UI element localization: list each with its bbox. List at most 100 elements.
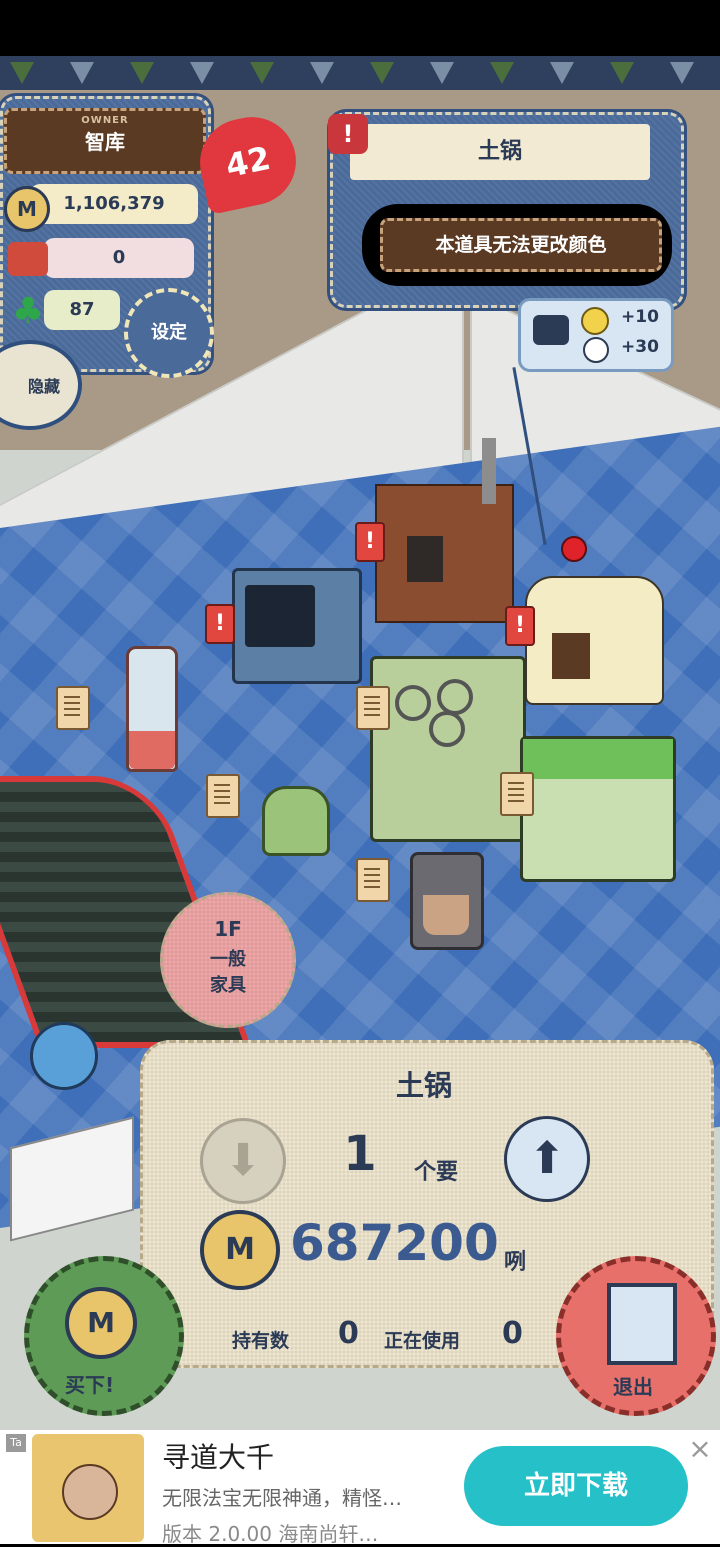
price-value: 687200 [290, 1214, 499, 1272]
arrow-up-icon: ⬆ [528, 1133, 566, 1184]
alert-mark: ! [342, 120, 354, 148]
bunting-flag [370, 62, 394, 84]
basket-counter: 0 [44, 238, 194, 278]
oven-chimney [482, 438, 496, 504]
floor-badge-line1: 一般 [210, 949, 246, 970]
bunting-flag [10, 62, 34, 84]
brick-oven-furniture[interactable] [375, 484, 514, 623]
clay-pot-stove-furniture[interactable] [525, 576, 664, 705]
burner-icon [395, 685, 431, 721]
bunting-flag [430, 62, 454, 84]
quantity-suffix: 个要 [414, 1160, 459, 1185]
coin-counter: 1,106,379 [30, 184, 198, 224]
bunting-flag [610, 62, 634, 84]
bunting-flag [70, 62, 94, 84]
kitchen-counter-furniture[interactable] [520, 736, 676, 882]
mascot-bear-icon [30, 1022, 98, 1090]
ad-description: 无限法宝无限神通，精怪… [162, 1486, 402, 1510]
price-sign-icon [500, 772, 534, 816]
buy-button[interactable]: M 买下! [24, 1256, 184, 1416]
ad-banner[interactable]: Ta 寻道大千 无限法宝无限神通，精怪… 版本 2.0.00 海南尚轩… 立即下… [0, 1430, 720, 1546]
ad-title: 寻道大千 [162, 1441, 275, 1474]
settings-button[interactable]: 设定 [124, 288, 214, 378]
microwave-furniture[interactable] [232, 568, 362, 684]
oven-door [407, 536, 443, 582]
stove-opening [552, 633, 590, 679]
coin-icon-letter: M [17, 197, 37, 221]
floor-badge-floor: 1F [214, 917, 242, 941]
close-ad-button[interactable]: × [688, 1434, 712, 1464]
burner-icon [437, 679, 473, 715]
quantity-value: 1 [343, 1126, 377, 1182]
item-notice-text: 本道具无法更改颜色 [435, 234, 607, 256]
blender-furniture[interactable] [126, 646, 178, 772]
arrow-down-icon: ⬇ [224, 1135, 262, 1186]
stat-time: +30 [621, 337, 659, 357]
owned-label: 持有数 [232, 1330, 290, 1352]
owner-name: 智库 [85, 130, 125, 154]
buy-label: 买下! [65, 1373, 115, 1397]
bunting-flag [250, 62, 274, 84]
alert-sign-icon: ! [205, 604, 235, 644]
buy-coin-letter: M [87, 1306, 115, 1339]
item-stats-box: +10 +30 [518, 298, 674, 372]
floor-badge-line2: 家具 [210, 975, 246, 996]
price-suffix: 咧 [504, 1250, 527, 1275]
price-coin-icon: M [200, 1210, 280, 1290]
alert-sign-icon: ! [505, 606, 535, 646]
price-sign-icon [206, 774, 240, 818]
item-notice: 本道具无法更改颜色 [380, 218, 662, 272]
price-sign-icon [356, 686, 390, 730]
owner-label: OWNER [81, 115, 129, 126]
burner-icon [429, 711, 465, 747]
selection-pin-icon [561, 536, 587, 562]
purchase-item-name: 土锅 [395, 1069, 452, 1102]
owner-nameplate: OWNER 智库 [4, 108, 206, 174]
clover-count: 87 [69, 299, 95, 320]
decrease-quantity-button[interactable]: ⬇ [200, 1118, 286, 1204]
happy-face-icon [581, 307, 609, 335]
coin-count: 1,106,379 [63, 193, 165, 214]
ad-app-icon [32, 1434, 144, 1542]
stat-happy: +10 [621, 307, 659, 327]
bunting-flag [490, 62, 514, 84]
coffee-pot [423, 895, 469, 935]
bunting-flag [190, 62, 214, 84]
price-coin-letter: M [225, 1232, 255, 1267]
coffee-maker-furniture[interactable] [410, 852, 484, 950]
counter-top [523, 739, 673, 779]
coin-icon: M [4, 186, 50, 232]
increase-quantity-button[interactable]: ⬆ [504, 1116, 590, 1202]
alert-sign-icon: ! [355, 522, 385, 562]
ad-tag: Ta [6, 1434, 26, 1452]
hide-label: 隐藏 [27, 377, 60, 396]
blender-base [129, 731, 175, 769]
vegetable-basket-icon [8, 242, 48, 276]
toaster-furniture[interactable] [262, 786, 330, 856]
basket-count: 0 [112, 247, 126, 268]
boar-character-icon [62, 1464, 118, 1520]
stopwatch-icon [583, 337, 609, 363]
settings-label: 设定 [151, 322, 187, 343]
alert-icon: ! [328, 114, 368, 154]
bunting-flag [670, 62, 694, 84]
game-scene: ! ! ! 1F 一般 家具 OWNER 智库 42 1,106,379 M 0… [0, 56, 720, 1430]
bunting-flag [550, 62, 574, 84]
bunting-decoration [0, 56, 720, 90]
price-sign-icon [356, 858, 390, 902]
owned-value: 0 [338, 1316, 359, 1351]
clover-counter: 87 [44, 290, 120, 330]
heart-count: 42 [222, 138, 274, 186]
in-use-label: 正在使用 [384, 1330, 461, 1352]
clover-icon: ♣ [11, 291, 45, 332]
in-use-value: 0 [502, 1316, 523, 1351]
item-title-banner: 土锅 [350, 124, 650, 180]
item-title: 土锅 [477, 139, 522, 164]
ad-meta: 版本 2.0.00 海南尚轩… [162, 1522, 379, 1546]
buy-coin-icon: M [65, 1287, 137, 1359]
bunting-flag [130, 62, 154, 84]
exit-button[interactable]: 退出 [556, 1256, 716, 1416]
download-button[interactable]: 立即下载 [464, 1446, 688, 1526]
floor-badge[interactable]: 1F 一般 家具 [160, 892, 296, 1028]
bunting-flag [310, 62, 334, 84]
